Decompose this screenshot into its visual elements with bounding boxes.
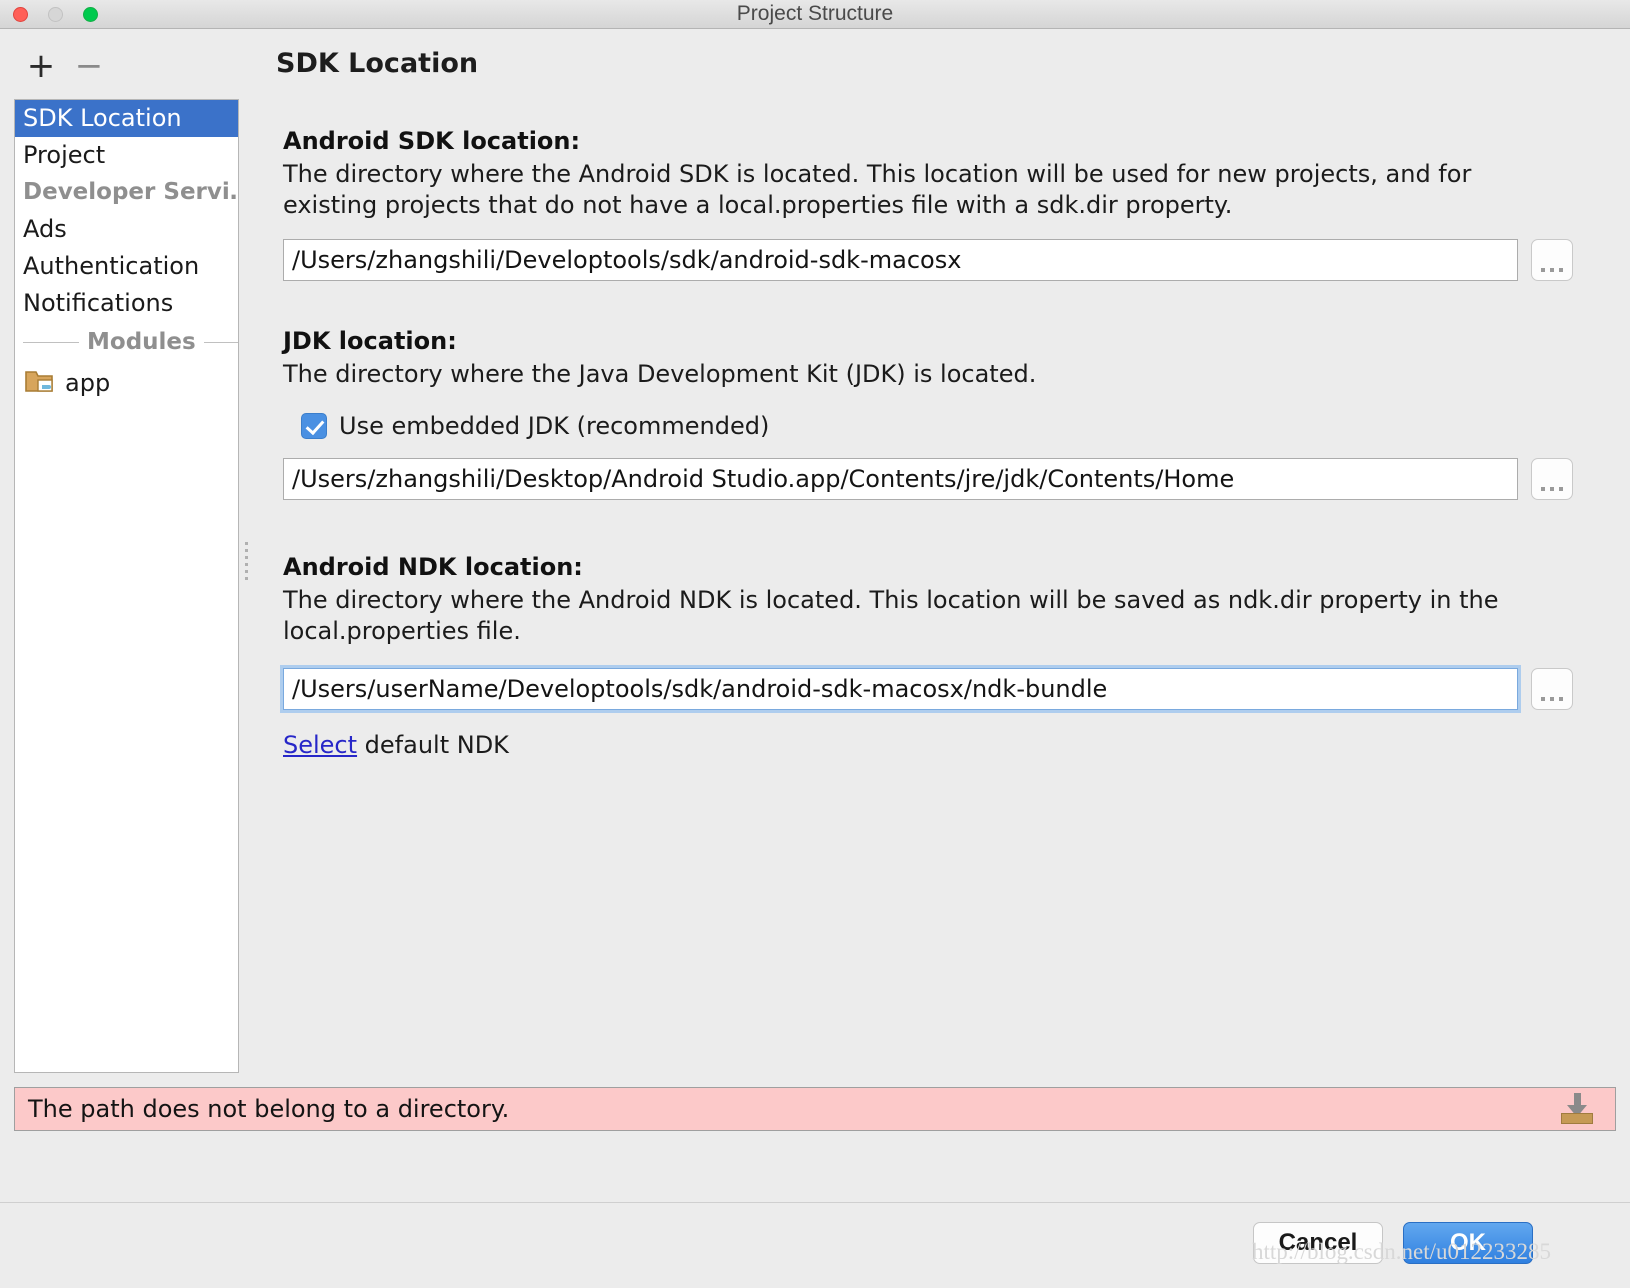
jdk-location-browse-button[interactable]: [1531, 458, 1573, 500]
ndk-location-input[interactable]: /Users/userName/Developtools/sdk/android…: [283, 668, 1518, 710]
jdk-location-input[interactable]: /Users/zhangshili/Desktop/Android Studio…: [283, 458, 1518, 500]
ndk-location-browse-button[interactable]: [1531, 668, 1573, 710]
section-android-sdk-location: Android SDK location: The directory wher…: [283, 127, 1573, 281]
use-embedded-jdk-label: Use embedded JDK (recommended): [339, 412, 770, 440]
sidebar-item-app[interactable]: app: [15, 362, 238, 404]
page-title: SDK Location: [276, 48, 479, 79]
section-title: Android NDK location:: [283, 553, 583, 581]
section-jdk-location: JDK location: The directory where the Ja…: [283, 327, 1573, 500]
ok-button[interactable]: OK: [1403, 1222, 1533, 1264]
modules-separator: Modules: [15, 322, 238, 362]
status-error-bar: The path does not belong to a directory.: [14, 1087, 1616, 1131]
sidebar-item-notifications[interactable]: Notifications: [15, 285, 238, 322]
cancel-button[interactable]: Cancel: [1253, 1222, 1383, 1264]
section-description: The directory where the Java Development…: [283, 360, 1037, 388]
select-default-ndk-row: Select default NDK: [283, 731, 1573, 759]
sidebar-item-project[interactable]: Project: [15, 137, 238, 174]
sidebar-list[interactable]: SDK Location Project Developer Servi… Ad…: [14, 99, 239, 1073]
add-module-button[interactable]: +: [24, 45, 58, 87]
use-embedded-jdk-checkbox[interactable]: [301, 413, 327, 439]
panel-splitter[interactable]: [243, 100, 251, 1072]
sdk-location-field-row: /Users/zhangshili/Developtools/sdk/andro…: [283, 239, 1573, 281]
sdk-location-input[interactable]: /Users/zhangshili/Developtools/sdk/andro…: [283, 239, 1518, 281]
window-titlebar: Project Structure: [0, 0, 1630, 29]
remove-module-button[interactable]: −: [72, 45, 106, 87]
separator-rule-right: [203, 341, 238, 343]
ndk-location-field-row: /Users/userName/Developtools/sdk/android…: [283, 665, 1573, 713]
sidebar-item-developer-services[interactable]: Developer Servi…: [15, 174, 238, 211]
sidebar-toolbar: + −: [0, 45, 240, 93]
select-default-ndk-link[interactable]: Select: [283, 731, 357, 759]
section-title: Android SDK location:: [283, 127, 581, 155]
section-title: JDK location:: [283, 327, 457, 355]
sidebar-item-authentication[interactable]: Authentication: [15, 248, 238, 285]
module-folder-icon: [25, 368, 55, 398]
section-description: The directory where the Android NDK is l…: [283, 586, 1499, 645]
sdk-location-browse-button[interactable]: [1531, 239, 1573, 281]
section-description: The directory where the Android SDK is l…: [283, 160, 1472, 219]
sidebar-item-ads[interactable]: Ads: [15, 211, 238, 248]
sidebar-item-sdk-location[interactable]: SDK Location: [15, 100, 238, 137]
main-content: SDK Location Android SDK location: The d…: [252, 35, 1630, 1075]
modules-separator-label: Modules: [87, 329, 196, 355]
import-tray-icon[interactable]: [1555, 1093, 1599, 1125]
separator-rule-left: [23, 341, 79, 343]
jdk-location-field-row: /Users/zhangshili/Desktop/Android Studio…: [283, 458, 1573, 500]
use-embedded-jdk-row[interactable]: Use embedded JDK (recommended): [301, 412, 1573, 440]
project-structure-dialog: Project Structure + − SDK Location Proje…: [0, 0, 1630, 1288]
module-label: app: [65, 369, 111, 397]
footer-divider: [0, 1202, 1630, 1203]
select-default-ndk-suffix: default NDK: [357, 731, 509, 759]
error-message: The path does not belong to a directory.: [28, 1095, 510, 1123]
window-title: Project Structure: [736, 2, 894, 25]
splitter-grip-icon[interactable]: [244, 538, 250, 580]
section-android-ndk-location: Android NDK location: The directory wher…: [283, 553, 1573, 759]
